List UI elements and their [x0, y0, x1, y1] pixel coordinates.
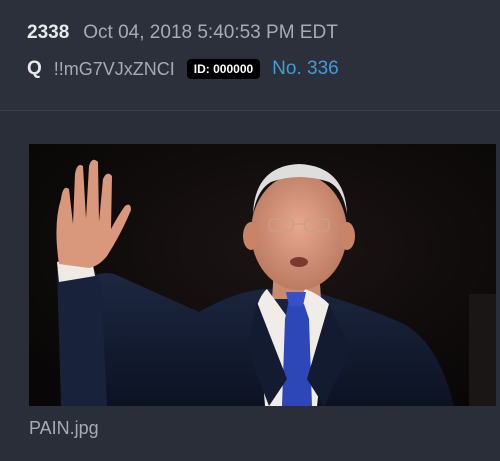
post-number-link[interactable]: No. 336 [272, 58, 339, 80]
post-meta-row: 2338 Oct 04, 2018 5:40:53 PM EDT [27, 22, 338, 44]
attachment-filename[interactable]: PAIN.jpg [29, 418, 99, 439]
attachment-image[interactable] [29, 144, 496, 406]
author-name: Q [27, 58, 42, 79]
post-timestamp: Oct 04, 2018 5:40:53 PM EDT [83, 22, 338, 43]
post-header: 2338 Oct 04, 2018 5:40:53 PM EDT Q !!mG7… [0, 0, 500, 110]
photo-icon [29, 144, 496, 406]
post-card: 2338 Oct 04, 2018 5:40:53 PM EDT Q !!mG7… [0, 0, 500, 461]
id-badge: ID: 000000 [186, 59, 261, 79]
header-divider [0, 110, 500, 111]
post-author-row: Q !!mG7VJxZNCI ID: 000000 No. 336 [27, 58, 339, 80]
tripcode: !!mG7VJxZNCI [53, 58, 175, 79]
post-number: 2338 [27, 22, 70, 43]
